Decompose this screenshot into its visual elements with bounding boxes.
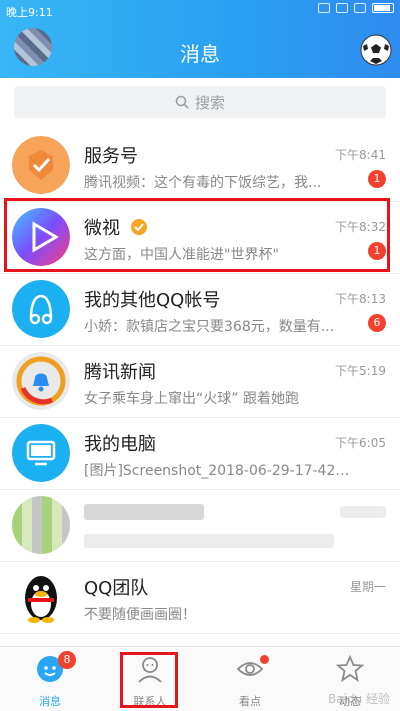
unread-badge: 1: [368, 170, 386, 188]
alarm-icon: [318, 3, 330, 13]
computer-icon: [12, 424, 70, 482]
conversation-time: 星期一: [349, 580, 386, 594]
status-icons: [318, 3, 394, 13]
conversation-time: 下午5:19: [335, 364, 386, 378]
search-input[interactable]: 搜索: [14, 86, 386, 118]
conversation-preview: 腾讯视频：这个有毒的下饭综艺，我...: [84, 175, 322, 191]
highlight-box-weishi: [4, 198, 390, 272]
blurred-time: [340, 506, 386, 518]
conversation-name: QQ团队: [84, 578, 149, 599]
signal-icon: [354, 3, 366, 13]
conversation-name: 服务号: [84, 146, 138, 167]
conversation-name: 我的其他QQ帐号: [84, 290, 221, 311]
conversation-my-computer[interactable]: 我的电脑 下午6:05 [图片]Screenshot_2018-06-29-17…: [0, 418, 400, 490]
conversation-preview: 小娇：款镇店之宝只要368元，数量有...: [84, 319, 335, 335]
nav-messages-badge: 8: [58, 651, 76, 669]
battery-icon: [372, 3, 394, 13]
search-placeholder: 搜索: [194, 93, 225, 112]
conversation-qq-team[interactable]: QQ团队 星期一 不要随便画画圈！: [0, 562, 400, 634]
conversation-preview: 女子乘车身上窜出“火球” 跟着她跑: [84, 391, 299, 407]
status-time: 晚上9:11: [6, 6, 53, 19]
nav-messages-label: 消息: [39, 695, 61, 708]
nav-watch-dot: [260, 655, 269, 664]
page-title: 消息: [180, 42, 220, 66]
conversation-preview: 不要随便画画圈！: [84, 607, 196, 623]
qq-account-icon: [12, 280, 70, 338]
search-bar: 搜索: [0, 78, 400, 128]
conversation-time: 下午8:41: [335, 148, 386, 162]
qq-app: 晚上9:11 消息 搜索 服务号 下午8:41 腾讯视频：这个有毒的下饭综艺，我…: [0, 0, 400, 711]
star-icon: [336, 655, 364, 682]
conversation-name: 腾讯新闻: [84, 362, 156, 383]
conversation-blurred[interactable]: [0, 490, 400, 562]
conversation-news[interactable]: 腾讯新闻 下午5:19 女子乘车身上窜出“火球” 跟着她跑: [0, 346, 400, 418]
blurred-avatar: [12, 496, 70, 554]
unread-badge: 6: [368, 314, 386, 332]
soccer-ball-icon[interactable]: [360, 34, 392, 66]
nav-watch[interactable]: 看点: [200, 647, 300, 711]
status-bar: 晚上9:11: [0, 0, 400, 22]
conversation-name: 我的电脑: [84, 434, 156, 455]
blurred-preview: [84, 534, 334, 548]
conversation-service[interactable]: 服务号 下午8:41 腾讯视频：这个有毒的下饭综艺，我... 1: [0, 130, 400, 202]
watermark: Baidu 经验: [328, 692, 390, 706]
highlight-box-contacts: [120, 652, 178, 708]
blurred-name: [84, 504, 204, 520]
nav-messages[interactable]: 8 消息: [0, 647, 100, 711]
nav-watch-label: 看点: [239, 695, 261, 708]
qq-penguin-icon: [12, 568, 70, 626]
search-icon: [175, 95, 189, 109]
wifi-icon: [336, 3, 348, 13]
header: 晚上9:11 消息: [0, 0, 400, 78]
conversation-time: 下午6:05: [335, 436, 386, 450]
conversation-time: 下午8:13: [335, 292, 386, 306]
conversation-preview: [图片]Screenshot_2018-06-29-17-42-26-...: [84, 463, 354, 479]
service-icon: [12, 136, 70, 194]
news-icon: [12, 352, 70, 410]
conversation-other-qq[interactable]: 我的其他QQ帐号 下午8:13 小娇：款镇店之宝只要368元，数量有... 6: [0, 274, 400, 346]
